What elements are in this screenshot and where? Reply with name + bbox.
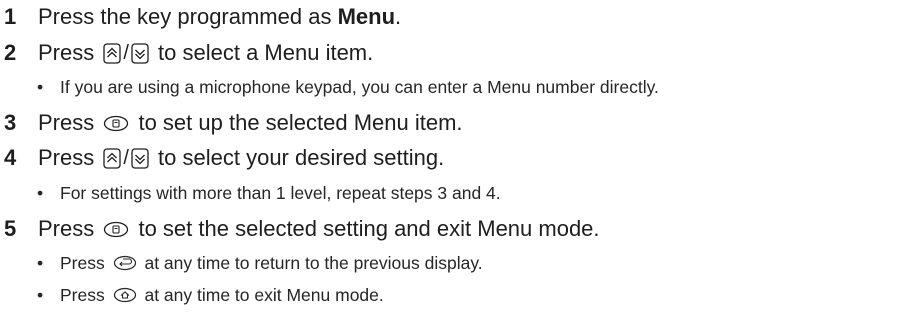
up-arrow-key-icon — [103, 42, 122, 64]
note-text-end: at any time to exit Menu mode. — [139, 284, 384, 305]
note-text: If you are using a microphone keypad, yo… — [60, 76, 659, 97]
step-3: 3 Press to set up the selected Menu item… — [0, 108, 463, 138]
step-text: Press — [38, 216, 101, 241]
note: • Press at any time to return to the pre… — [35, 250, 483, 276]
exit-key-icon — [113, 287, 137, 303]
step-text-end: to set up the selected Menu item. — [132, 110, 463, 135]
up-arrow-key-icon — [103, 147, 122, 169]
step-text-end: . — [395, 4, 402, 29]
step-text: Press the key programmed as — [38, 4, 338, 29]
note: • Press at any time to exit Menu mode. — [35, 282, 384, 308]
step-text-end: to select your desired setting. — [151, 145, 445, 170]
step-text-end: to select a Menu item. — [151, 40, 374, 65]
note: • For settings with more than 1 level, r… — [35, 180, 501, 206]
step-number: 5 — [4, 216, 17, 241]
step-4: 4 Press / to select your desired setting… — [0, 143, 444, 173]
step-number: 2 — [4, 40, 17, 65]
separator: / — [123, 41, 129, 64]
step-number: 4 — [4, 145, 17, 170]
note: • If you are using a microphone keypad, … — [35, 74, 659, 100]
back-key-icon — [113, 255, 137, 271]
step-1: 1 Press the key programmed as Menu . — [0, 2, 401, 32]
separator: / — [123, 146, 129, 169]
menu-key-icon — [103, 221, 129, 238]
step-2: 2 Press / to select a Menu item. — [0, 38, 373, 68]
step-text: Press — [38, 145, 101, 170]
menu-key-icon — [103, 115, 129, 132]
menu-key-label: Menu — [337, 4, 396, 29]
note-text-end: at any time to return to the previous di… — [139, 252, 483, 273]
bullet: • — [37, 182, 44, 203]
bullet: • — [37, 284, 44, 305]
step-number: 1 — [4, 4, 17, 29]
down-arrow-key-icon — [131, 147, 149, 169]
step-text: Press — [38, 40, 101, 65]
step-text: Press — [38, 110, 101, 135]
bullet: • — [37, 252, 44, 273]
note-text: Press — [60, 284, 110, 305]
step-5: 5 Press to set the selected setting and … — [0, 214, 600, 244]
step-number: 3 — [4, 110, 17, 135]
bullet: • — [37, 76, 44, 97]
note-text: Press — [60, 252, 110, 273]
down-arrow-key-icon — [131, 42, 149, 64]
step-text-end: to set the selected setting and exit Men… — [132, 216, 600, 241]
note-text: For settings with more than 1 level, rep… — [60, 182, 501, 203]
